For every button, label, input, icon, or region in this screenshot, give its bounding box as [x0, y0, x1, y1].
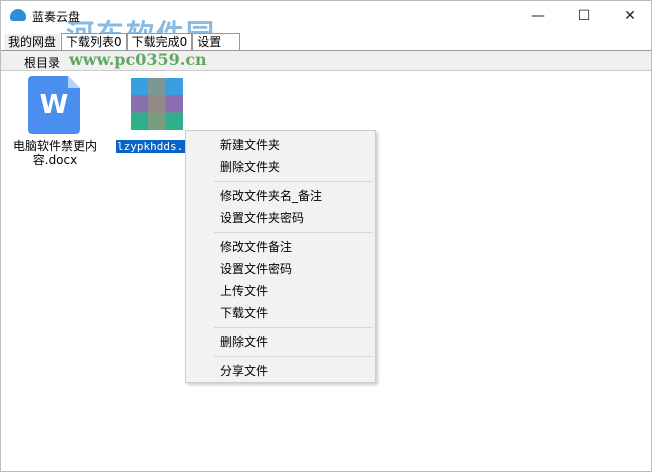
- word-doc-icon[interactable]: W: [28, 76, 80, 134]
- tab-settings[interactable]: 设置: [192, 33, 241, 51]
- menu-separator: [214, 327, 373, 328]
- menu-separator: [214, 356, 373, 357]
- tab-download-list[interactable]: 下载列表0: [61, 33, 127, 51]
- menu-delete-folder[interactable]: 删除文件夹: [186, 156, 375, 178]
- image-icon[interactable]: [131, 78, 183, 130]
- maximize-button[interactable]: ☐: [561, 1, 607, 31]
- menu-new-folder[interactable]: 新建文件夹: [186, 134, 375, 156]
- tab-download-done[interactable]: 下载完成0: [126, 33, 193, 51]
- menu-file-note[interactable]: 修改文件备注: [186, 236, 375, 258]
- file-item-docx[interactable]: 电脑软件禁更内容.docx: [9, 139, 101, 167]
- app-cloud-icon: [10, 9, 26, 21]
- minimize-button[interactable]: —: [515, 1, 561, 31]
- menu-share-file[interactable]: 分享文件: [186, 360, 375, 382]
- menu-folder-password[interactable]: 设置文件夹密码: [186, 207, 375, 229]
- breadcrumb[interactable]: 根目录: [24, 54, 60, 71]
- file-name-selected: lzypkhdds.r: [116, 140, 191, 153]
- tab-bar: 我的网盘 下载列表0 下载完成0 设置: [3, 33, 241, 51]
- menu-rename-folder[interactable]: 修改文件夹名_备注: [186, 185, 375, 207]
- menu-file-password[interactable]: 设置文件密码: [186, 258, 375, 280]
- menu-separator: [214, 181, 373, 182]
- menu-delete-file[interactable]: 删除文件: [186, 331, 375, 353]
- menu-download[interactable]: 下载文件: [186, 302, 375, 324]
- file-item-image[interactable]: lzypkhdds.r: [116, 139, 191, 154]
- close-button[interactable]: ✕: [607, 1, 652, 31]
- menu-separator: [214, 232, 373, 233]
- watermark-url: www.pc0359.cn: [69, 50, 207, 69]
- tab-my-disk[interactable]: 我的网盘: [3, 33, 62, 51]
- menu-upload[interactable]: 上传文件: [186, 280, 375, 302]
- context-menu: 新建文件夹 删除文件夹 修改文件夹名_备注 设置文件夹密码 修改文件备注 设置文…: [185, 130, 376, 383]
